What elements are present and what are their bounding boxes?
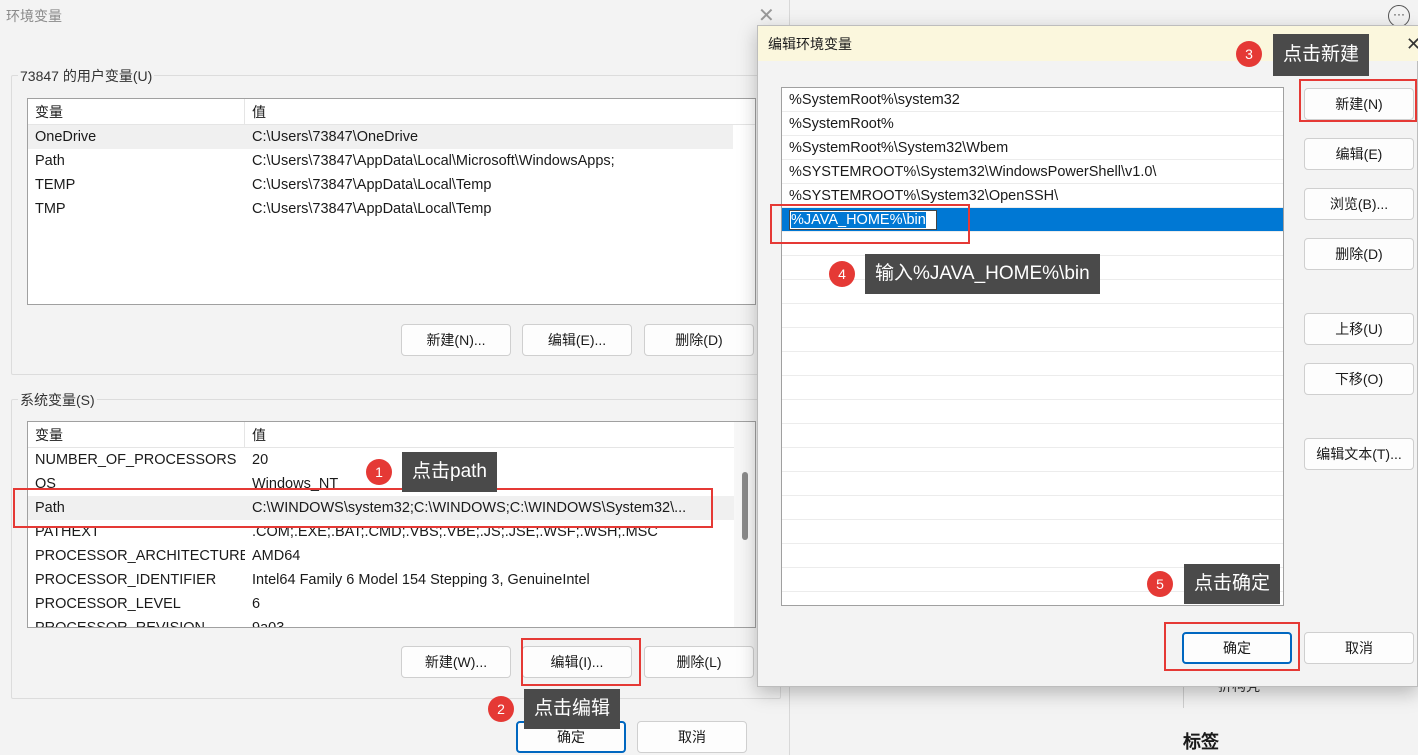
user-variables-list[interactable]: 变量 值 OneDrive C:\Users\73847\OneDrive Pa… [27, 98, 756, 305]
vertical-scrollbar[interactable] [734, 422, 755, 627]
table-row[interactable]: TEMP C:\Users\73847\AppData\Local\Temp [28, 173, 755, 197]
system-variables-title: 系统变量(S) [18, 390, 97, 410]
list-header: 变量 值 [28, 422, 734, 448]
more-options-icon[interactable]: ··· [1388, 5, 1410, 27]
var-name: PROCESSOR_LEVEL [35, 596, 181, 612]
column-value[interactable]: 值 [245, 422, 266, 447]
var-name: TEMP [35, 177, 76, 193]
column-variable[interactable]: 变量 [28, 99, 245, 124]
list-item-empty[interactable] [782, 448, 1283, 472]
environment-variables-dialog: 环境变量 ✕ 73847 的用户变量(U) 变量 值 OneDrive C:\U… [0, 0, 790, 755]
var-name: TMP [35, 201, 66, 217]
var-name: NUMBER_OF_PROCESSORS [35, 452, 237, 468]
list-item-empty[interactable] [782, 496, 1283, 520]
edit-button[interactable]: 编辑(E) [1304, 138, 1414, 170]
list-item[interactable]: %SystemRoot% [782, 112, 1283, 136]
move-up-button[interactable]: 上移(U) [1304, 313, 1414, 345]
step-4-marker: 4 [829, 261, 855, 287]
step-2-marker: 2 [488, 696, 514, 722]
list-item-empty[interactable] [782, 352, 1283, 376]
delete-button[interactable]: 删除(D) [1304, 238, 1414, 270]
list-item-empty[interactable] [782, 472, 1283, 496]
var-value: Intel64 Family 6 Model 154 Stepping 3, G… [252, 572, 590, 588]
list-item[interactable]: %SystemRoot%\System32\Wbem [782, 136, 1283, 160]
list-item-empty[interactable] [782, 304, 1283, 328]
var-value: 9a03 [252, 620, 285, 628]
var-value: 6 [252, 596, 261, 612]
user-edit-button[interactable]: 编辑(E)... [522, 324, 632, 356]
var-value: C:\Users\73847\OneDrive [252, 129, 419, 145]
column-variable[interactable]: 变量 [28, 422, 245, 447]
list-header: 变量 值 [28, 99, 755, 125]
close-icon[interactable]: ✕ [1406, 34, 1418, 54]
dialog-title: 环境变量 [6, 8, 62, 24]
var-name: Path [35, 153, 65, 169]
step-3-marker: 3 [1236, 41, 1262, 67]
var-value: C:\Users\73847\AppData\Local\Temp [252, 177, 492, 193]
browse-button[interactable]: 浏览(B)... [1304, 188, 1414, 220]
table-row[interactable]: PROCESSOR_ARCHITECTURE AMD64 [28, 544, 755, 568]
close-icon[interactable]: ✕ [758, 6, 775, 26]
var-name: PROCESSOR_REVISION [35, 620, 206, 628]
table-row[interactable]: PROCESSOR_REVISION 9a03 [28, 616, 755, 628]
edit-environment-variable-dialog: 编辑环境变量 ✕ %SystemRoot%\system32 %SystemRo… [757, 25, 1418, 687]
user-variables-title: 73847 的用户变量(U) [18, 66, 155, 86]
scrollbar-thumb[interactable] [742, 472, 748, 540]
table-row[interactable]: OneDrive C:\Users\73847\OneDrive [28, 125, 733, 149]
list-item[interactable]: %SYSTEMROOT%\System32\WindowsPowerShell\… [782, 160, 1283, 184]
step-5-marker: 5 [1147, 571, 1173, 597]
path-entries-list[interactable]: %SystemRoot%\system32 %SystemRoot% %Syst… [781, 87, 1284, 606]
background-section-label: 标签 [1183, 732, 1219, 752]
step-1-callout: 点击path [402, 452, 497, 492]
user-delete-button[interactable]: 删除(D) [644, 324, 754, 356]
var-value: C:\Users\73847\AppData\Local\Microsoft\W… [252, 153, 615, 169]
list-item-empty[interactable] [782, 400, 1283, 424]
list-item-empty[interactable] [782, 424, 1283, 448]
var-value: AMD64 [252, 548, 301, 564]
step-3-callout: 点击新建 [1273, 34, 1370, 76]
system-delete-button[interactable]: 删除(L) [644, 646, 754, 678]
env-cancel-button[interactable]: 取消 [637, 721, 747, 753]
column-value[interactable]: 值 [245, 99, 266, 124]
dialog-title: 编辑环境变量 [768, 36, 852, 52]
system-new-button[interactable]: 新建(W)... [401, 646, 511, 678]
var-name: PROCESSOR_IDENTIFIER [35, 572, 217, 588]
var-name: PROCESSOR_ARCHITECTURE [35, 548, 245, 564]
table-row[interactable]: PROCESSOR_IDENTIFIER Intel64 Family 6 Mo… [28, 568, 755, 592]
highlight-new-button [1299, 79, 1417, 122]
table-row[interactable]: Path C:\Users\73847\AppData\Local\Micros… [28, 149, 755, 173]
cancel-button[interactable]: 取消 [1304, 632, 1414, 664]
var-value: 20 [252, 452, 269, 468]
list-item-empty[interactable] [782, 520, 1283, 544]
user-new-button[interactable]: 新建(N)... [401, 324, 511, 356]
var-name: OneDrive [35, 129, 97, 145]
highlight-path-input [770, 204, 970, 244]
table-row[interactable]: PROCESSOR_LEVEL 6 [28, 592, 755, 616]
step-5-callout: 点击确定 [1184, 564, 1281, 604]
table-row[interactable]: TMP C:\Users\73847\AppData\Local\Temp [28, 197, 755, 221]
step-2-callout: 点击编辑 [524, 689, 621, 729]
highlight-ok-button [1164, 622, 1300, 671]
step-4-callout: 输入%JAVA_HOME%\bin [865, 254, 1100, 294]
list-item-empty[interactable] [782, 376, 1283, 400]
background-divider [1183, 686, 1184, 708]
move-down-button[interactable]: 下移(O) [1304, 363, 1414, 395]
edit-text-button[interactable]: 编辑文本(T)... [1304, 438, 1414, 470]
var-value: C:\Users\73847\AppData\Local\Temp [252, 201, 492, 217]
step-1-marker: 1 [366, 459, 392, 485]
highlight-path-row [13, 488, 713, 528]
list-item[interactable]: %SystemRoot%\system32 [782, 88, 1283, 112]
list-item-empty[interactable] [782, 328, 1283, 352]
highlight-edit-button [521, 638, 641, 686]
